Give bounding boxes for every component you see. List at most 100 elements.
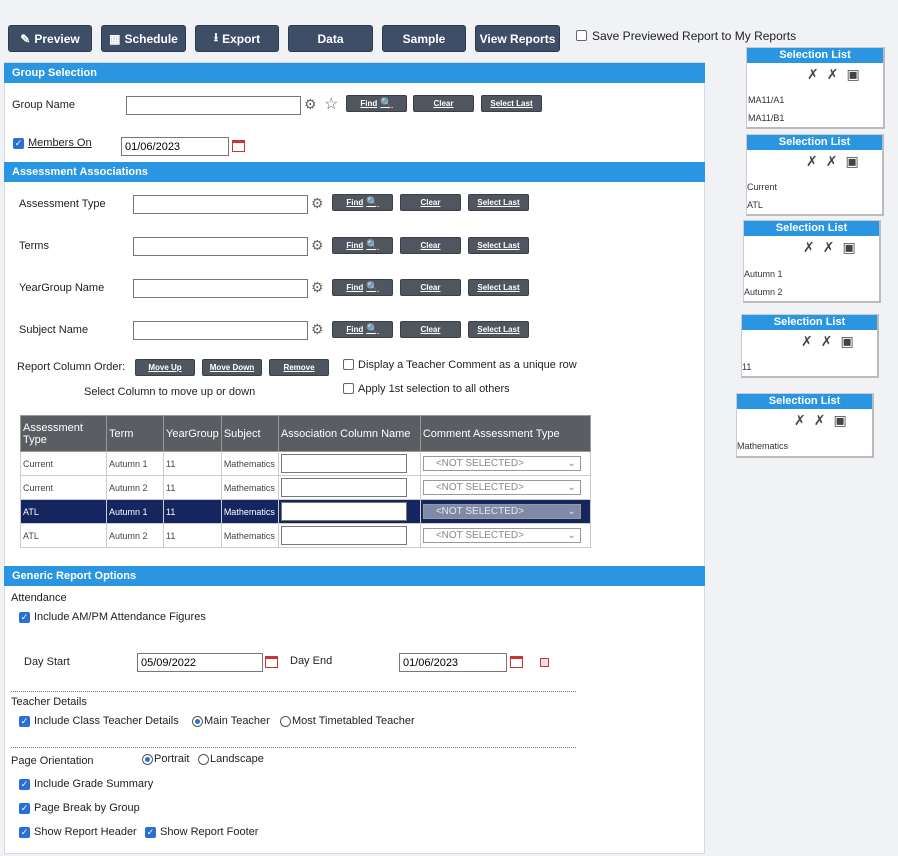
move-down-button[interactable]: Move Down	[202, 359, 262, 376]
remove-selected-icon[interactable]: ✗	[806, 153, 818, 170]
comment-type-select[interactable]: <NOT SELECTED> ⌄	[422, 504, 581, 519]
association-column-name-input[interactable]	[280, 478, 407, 497]
day-start-input[interactable]	[137, 653, 263, 672]
save-icon[interactable]: ▣	[833, 412, 846, 429]
gear-icon[interactable]: ⚙	[311, 237, 324, 254]
remove-all-icon[interactable]: ✗	[827, 66, 839, 83]
gear-icon[interactable]: ⚙	[311, 279, 324, 296]
export-button[interactable]: ⭳ Export	[195, 25, 279, 52]
terms-input[interactable]	[133, 237, 308, 256]
group-name-input[interactable]	[126, 96, 301, 115]
terms-select-last-button[interactable]: Select Last	[468, 237, 529, 254]
day-end-input[interactable]	[399, 653, 507, 672]
terms-clear-button[interactable]: Clear	[400, 237, 461, 254]
list-item[interactable]: MA11/A1	[748, 95, 784, 105]
table-row[interactable]: Current Autumn 1 11 Mathematics <NOT SEL…	[20, 451, 592, 476]
remove-selected-icon[interactable]: ✗	[803, 239, 815, 256]
group-selection-header: Group Selection	[4, 63, 705, 83]
remove-selected-icon[interactable]: ✗	[801, 333, 813, 350]
col-comment-assessment-type[interactable]: Comment Assessment Type	[419, 415, 592, 452]
yeargroup-select-last-button[interactable]: Select Last	[468, 279, 529, 296]
assessment-find-button[interactable]: Find 🔍	[332, 194, 393, 211]
subject-find-button[interactable]: Find 🔍	[332, 321, 393, 338]
remove-all-icon[interactable]: ✗	[823, 239, 835, 256]
yeargroup-name-input[interactable]	[133, 279, 308, 298]
include-grade-summary-checkbox[interactable]: ✓	[19, 779, 30, 790]
group-select-last-button[interactable]: Select Last	[481, 95, 542, 112]
gear-icon[interactable]: ⚙	[311, 195, 324, 212]
display-teacher-comment-checkbox[interactable]	[343, 359, 354, 370]
comment-type-select[interactable]: <NOT SELECTED> ⌄	[422, 480, 581, 495]
col-term[interactable]: Term	[106, 415, 164, 452]
schedule-button[interactable]: ▦ Schedule	[101, 25, 186, 52]
gear-icon[interactable]: ⚙	[304, 96, 317, 113]
subject-name-input[interactable]	[133, 321, 308, 340]
portrait-radio[interactable]	[142, 754, 153, 765]
page-break-checkbox[interactable]: ✓	[19, 803, 30, 814]
remove-all-icon[interactable]: ✗	[821, 333, 833, 350]
move-up-button[interactable]: Move Up	[135, 359, 195, 376]
most-timetabled-radio[interactable]	[280, 716, 291, 727]
save-icon[interactable]: ▣	[845, 153, 858, 170]
save-previewed-checkbox[interactable]	[576, 30, 587, 41]
gear-icon[interactable]: ⚙	[311, 321, 324, 338]
list-item[interactable]: Current	[747, 182, 777, 192]
comment-type-select[interactable]: <NOT SELECTED> ⌄	[422, 528, 581, 543]
association-column-name-input[interactable]	[280, 502, 407, 521]
table-row[interactable]: ATL Autumn 2 11 Mathematics <NOT SELECTE…	[20, 523, 592, 548]
show-report-footer-checkbox[interactable]: ✓	[145, 827, 156, 838]
include-am-pm-checkbox[interactable]: ✓	[19, 612, 30, 623]
remove-button[interactable]: Remove	[269, 359, 329, 376]
remove-all-icon[interactable]: ✗	[814, 412, 826, 429]
terms-find-button[interactable]: Find 🔍	[332, 237, 393, 254]
list-item[interactable]: Mathematics	[737, 441, 788, 451]
list-item[interactable]: 11	[742, 362, 751, 372]
calendar-icon[interactable]	[265, 656, 278, 668]
association-column-name-input[interactable]	[280, 526, 407, 545]
sample-button[interactable]: Sample	[382, 25, 466, 52]
include-class-teacher-checkbox[interactable]: ✓	[19, 716, 30, 727]
members-on-date-input[interactable]	[121, 137, 229, 156]
assessment-clear-button[interactable]: Clear	[400, 194, 461, 211]
clear-dates-icon[interactable]	[540, 658, 549, 667]
col-association-column-name[interactable]: Association Column Name	[277, 415, 421, 452]
yeargroup-find-button[interactable]: Find 🔍	[332, 279, 393, 296]
calendar-icon[interactable]	[510, 656, 523, 668]
remove-selected-icon[interactable]: ✗	[794, 412, 806, 429]
col-assessment-type[interactable]: Assessment Type	[20, 415, 107, 452]
list-item[interactable]: MA11/B1	[748, 113, 784, 123]
save-icon[interactable]: ▣	[846, 66, 859, 83]
apply-first-selection-checkbox[interactable]	[343, 383, 354, 394]
yeargroup-clear-button[interactable]: Clear	[400, 279, 461, 296]
association-column-name-input[interactable]	[280, 454, 407, 473]
assessment-select-last-button[interactable]: Select Last	[468, 194, 529, 211]
selection-list-toolbar: ✗ ✗ ▣	[806, 153, 859, 170]
remove-selected-icon[interactable]: ✗	[807, 66, 819, 83]
table-row[interactable]: Current Autumn 2 11 Mathematics <NOT SEL…	[20, 475, 592, 500]
list-item[interactable]: Autumn 1	[744, 269, 783, 279]
table-row-selected[interactable]: ATL Autumn 1 11 Mathematics <NOT SELECTE…	[20, 499, 592, 524]
group-clear-button[interactable]: Clear	[413, 95, 474, 112]
star-icon[interactable]: ☆	[324, 94, 338, 114]
subject-select-last-button[interactable]: Select Last	[468, 321, 529, 338]
cell-comment: <NOT SELECTED> ⌄	[419, 451, 592, 476]
col-subject[interactable]: Subject	[220, 415, 279, 452]
save-icon[interactable]: ▣	[842, 239, 855, 256]
view-reports-button[interactable]: View Reports	[475, 25, 560, 52]
members-on-checkbox[interactable]: ✓	[13, 138, 24, 149]
subject-clear-button[interactable]: Clear	[400, 321, 461, 338]
show-report-header-checkbox[interactable]: ✓	[19, 827, 30, 838]
comment-type-select[interactable]: <NOT SELECTED> ⌄	[422, 456, 581, 471]
calendar-icon[interactable]	[232, 140, 245, 152]
col-yeargroup[interactable]: YearGroup	[163, 415, 222, 452]
preview-button[interactable]: ✎ Preview	[8, 25, 92, 52]
list-item[interactable]: ATL	[747, 200, 763, 210]
save-icon[interactable]: ▣	[840, 333, 853, 350]
landscape-radio[interactable]	[198, 754, 209, 765]
remove-all-icon[interactable]: ✗	[826, 153, 838, 170]
assessment-type-input[interactable]	[133, 195, 308, 214]
data-button[interactable]: Data	[288, 25, 373, 52]
group-find-button[interactable]: Find 🔍	[346, 95, 407, 112]
list-item[interactable]: Autumn 2	[744, 287, 783, 297]
main-teacher-radio[interactable]	[192, 716, 203, 727]
